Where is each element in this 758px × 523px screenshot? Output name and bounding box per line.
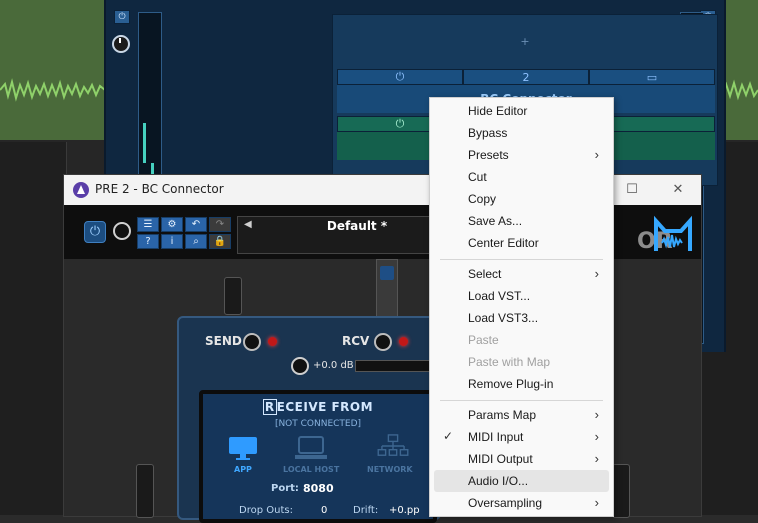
audio-track-clip[interactable] xyxy=(0,0,105,140)
drop-outs-value: 0 xyxy=(321,505,328,516)
gain-value: +0.0 dB xyxy=(313,360,354,371)
input-jack xyxy=(376,259,398,319)
option-app-label[interactable]: APP xyxy=(234,465,252,474)
toolbar-buttons: ☰ ⚙ ↶ ↷ ? i ⌕ 🔒 xyxy=(137,217,231,249)
receive-led xyxy=(399,337,408,346)
menu-item-cut[interactable]: Cut xyxy=(434,166,609,188)
power-button[interactable]: ⏻ xyxy=(84,221,106,243)
waveform xyxy=(0,78,105,102)
maximize-icon[interactable]: ☐ xyxy=(622,180,642,200)
context-menu: Hide Editor Bypass Presets › Cut Copy Sav… xyxy=(429,97,614,517)
app-logo-icon xyxy=(73,182,89,198)
slot-editor-icon[interactable]: ▭ xyxy=(589,69,715,85)
menu-item-hide-editor[interactable]: Hide Editor xyxy=(434,100,609,122)
menu-item-save-as[interactable]: Save As... xyxy=(434,210,609,232)
screen-title-initial: R xyxy=(262,399,277,415)
drift-label: Drift: xyxy=(353,505,379,516)
option-local-host-label[interactable]: LOCAL HOST xyxy=(283,465,339,474)
drop-outs-label: Drop Outs: xyxy=(239,505,293,516)
network-icon[interactable] xyxy=(375,434,411,458)
menu-icon[interactable]: ☰ xyxy=(137,217,159,232)
cable-right-bottom xyxy=(612,464,630,518)
menu-separator xyxy=(440,400,603,401)
output-knob[interactable] xyxy=(113,222,131,240)
send-toggle[interactable] xyxy=(243,333,261,351)
slot-controls-2: ⏻ 2 ▭ xyxy=(337,69,715,85)
receive-label: RCV xyxy=(342,334,370,348)
receive-toggle[interactable] xyxy=(374,333,392,351)
menu-item-remove-plugin[interactable]: Remove Plug-in xyxy=(434,373,609,395)
monitor-icon[interactable] xyxy=(225,436,261,460)
menu-item-bypass[interactable]: Bypass xyxy=(434,122,609,144)
cable-left-top xyxy=(224,277,242,315)
menu-separator xyxy=(440,259,603,260)
menu-item-params-map[interactable]: Params Map › xyxy=(434,404,609,426)
menu-item-midi-output[interactable]: MIDI Output › xyxy=(434,448,609,470)
slot-power-icon[interactable]: ⏻ xyxy=(337,69,463,85)
menu-item-copy[interactable]: Copy xyxy=(434,188,609,210)
redo-icon[interactable]: ↷ xyxy=(209,217,231,232)
undo-icon[interactable]: ↶ xyxy=(185,217,207,232)
slot-index: 2 xyxy=(463,69,589,85)
chevron-right-icon: › xyxy=(594,407,599,422)
menu-item-paste-with-map: Paste with Map xyxy=(468,355,551,369)
info-icon[interactable]: i xyxy=(161,234,183,249)
gain-meter xyxy=(355,360,433,372)
add-insert-button[interactable]: + xyxy=(333,35,717,48)
menu-item-oversampling[interactable]: Oversampling › xyxy=(434,492,609,514)
window-title: PRE 2 - BC Connector xyxy=(95,182,224,196)
chevron-right-icon: › xyxy=(594,266,599,281)
screen-title: R ECEIVE FROM xyxy=(203,399,433,415)
chevron-right-icon: › xyxy=(594,429,599,444)
menu-item-select[interactable]: Select › xyxy=(434,263,609,285)
connector-pedal: SEND RCV +0.0 dB R ECEIVE FROM [NOT CONNE… xyxy=(177,316,441,523)
screen-title-rest: ECEIVE FROM xyxy=(276,400,374,414)
menu-item-center-editor[interactable]: Center Editor xyxy=(434,232,609,254)
menu-item-audio-io[interactable]: Audio I/O... xyxy=(434,470,609,492)
brand-cat-logo-icon xyxy=(654,215,692,251)
port-label: Port: xyxy=(271,483,299,494)
send-label: SEND xyxy=(205,334,242,348)
menu-item-load-vst3[interactable]: Load VST3... xyxy=(434,307,609,329)
option-network-label[interactable]: NETWORK xyxy=(367,465,413,474)
chevron-right-icon: › xyxy=(594,451,599,466)
menu-item-paste: Paste xyxy=(468,333,499,347)
menu-item-load-vst[interactable]: Load VST... xyxy=(434,285,609,307)
menu-item-midi-input[interactable]: ✓ MIDI Input › xyxy=(434,426,609,448)
track-lane-left xyxy=(0,142,67,515)
port-value[interactable]: 8080 xyxy=(303,482,334,495)
audio-track-clip-right[interactable] xyxy=(722,0,758,140)
menu-item-presets[interactable]: Presets › xyxy=(434,144,609,166)
checkmark-icon: ✓ xyxy=(443,429,454,443)
waveform-right xyxy=(722,79,758,101)
computer-icon[interactable] xyxy=(293,436,329,460)
lock-icon[interactable]: 🔒 xyxy=(209,234,231,249)
cable-left-bottom xyxy=(136,464,154,518)
connection-status: [NOT CONNECTED] xyxy=(274,419,362,429)
chevron-right-icon: › xyxy=(594,147,599,162)
close-icon[interactable]: ✕ xyxy=(668,180,688,200)
rack-knob-left[interactable] xyxy=(112,35,130,53)
send-led xyxy=(268,337,277,346)
rack-button[interactable]: ⏻ xyxy=(114,10,130,24)
receive-screen: R ECEIVE FROM [NOT CONNECTED] APP LOCAL H… xyxy=(199,390,437,523)
gain-knob[interactable] xyxy=(291,357,309,375)
gear-icon[interactable]: ⚙ xyxy=(161,217,183,232)
search-icon[interactable]: ⌕ xyxy=(185,234,207,249)
chevron-right-icon: › xyxy=(594,495,599,510)
help-icon[interactable]: ? xyxy=(137,234,159,249)
drift-value: +0.pp xyxy=(389,505,420,516)
